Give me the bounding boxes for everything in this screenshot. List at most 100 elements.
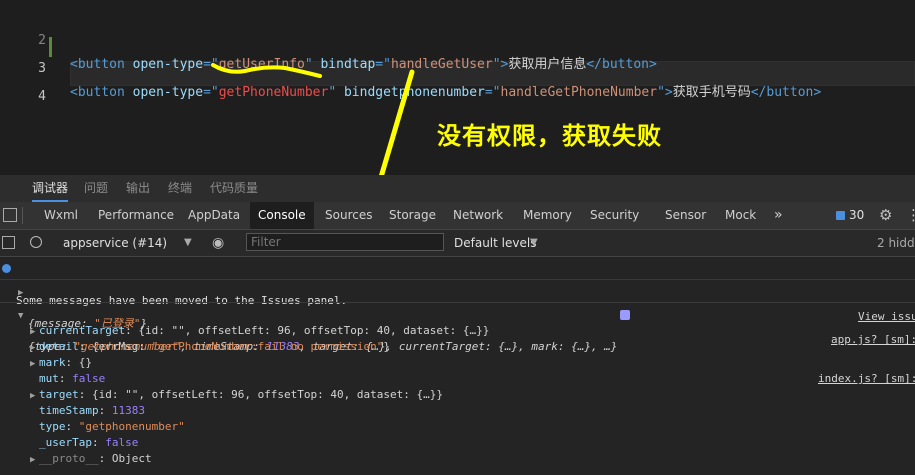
tab-appdata[interactable]: AppData	[188, 202, 240, 229]
property-key: mut	[39, 372, 59, 385]
code-editor[interactable]: 2 <button open-type="getUserInfo" bindta…	[0, 0, 915, 360]
tab-memory[interactable]: Memory	[523, 202, 572, 229]
hidden-count: 2 hidden	[877, 236, 915, 250]
property-text: timeStamp: 11383	[39, 403, 145, 419]
property-separator: :	[78, 340, 92, 353]
property-key: currentTarget	[39, 324, 126, 337]
code-token: "	[328, 85, 344, 100]
code-token: 获取手机号码	[672, 85, 751, 100]
console-toolbar: appservice (#14) ▼ ◉ Default levels ▼ 2 …	[0, 230, 915, 257]
tab-mock[interactable]: Mock	[725, 202, 756, 229]
tab-problems[interactable]: 问题	[84, 175, 108, 202]
error-message-value: "getPhoneNumber:fail no permission"	[151, 340, 384, 353]
property-text: __proto__: Object	[39, 451, 152, 467]
property-value: 11383	[111, 404, 145, 417]
property-separator: :	[91, 436, 106, 449]
property-key: target	[39, 388, 79, 401]
console-output[interactable]: Some messages have been moved to the Iss…	[0, 257, 915, 475]
tab-security[interactable]: Security	[590, 202, 639, 229]
tab-terminal[interactable]: 终端	[168, 175, 192, 202]
tab-output[interactable]: 输出	[126, 175, 150, 202]
chevron-down-icon[interactable]: ▼	[530, 230, 538, 256]
property-value: "getphonenumber"	[78, 420, 185, 433]
issues-banner: Some messages have been moved to the Iss…	[0, 261, 915, 323]
event-object-summary[interactable]: ▼ {type: "getphonenumber", timeStamp: 11…	[0, 307, 915, 385]
object-property-row[interactable]: ▶ detail: {errMsg: "getPhoneNumber:fail n…	[0, 339, 915, 355]
info-badge-icon[interactable]	[620, 310, 630, 320]
property-separator: :	[58, 372, 73, 385]
code-line[interactable]: 2 <button open-type="getUserInfo" bindta…	[0, 5, 915, 72]
log-message[interactable]: ▶ {message: "已登录"} app.js? [sm]:1	[0, 284, 915, 346]
property-value-end: }	[383, 340, 391, 353]
code-token: open-type	[132, 85, 204, 100]
property-value: Object	[111, 452, 152, 465]
more-tabs-icon[interactable]: »	[774, 202, 783, 229]
property-key: type	[39, 420, 66, 433]
settings-icon[interactable]: ⚙	[879, 206, 892, 224]
expand-triangle-icon[interactable]: ▶	[30, 388, 35, 404]
collapse-triangle-icon[interactable]: ▼	[18, 308, 23, 324]
object-property-row[interactable]: mut: false	[0, 371, 915, 387]
context-selector[interactable]: appservice (#14)	[63, 230, 167, 256]
tab-code-quality[interactable]: 代码质量	[210, 175, 258, 202]
property-separator: :	[98, 452, 112, 465]
property-key: detail	[39, 340, 79, 353]
expand-triangle-icon[interactable]: ▶	[30, 356, 35, 372]
divider	[22, 207, 23, 224]
property-value: {id: "", offsetLeft: 96, offsetTop: 40, …	[138, 324, 490, 337]
tab-sensor[interactable]: Sensor	[665, 202, 706, 229]
property-separator: :	[65, 420, 79, 433]
devtools-tab-bar: Wxml Performance AppData Console Sources…	[0, 202, 915, 230]
tab-wxml[interactable]: Wxml	[44, 202, 78, 229]
object-property-row[interactable]: ▶ mark: {}	[0, 355, 915, 371]
code-token: </button>	[750, 85, 822, 100]
property-text: mark: {}	[39, 355, 92, 371]
issues-icon[interactable]	[836, 211, 845, 220]
expand-triangle-icon[interactable]: ▶	[30, 452, 35, 468]
property-value: false	[105, 436, 139, 449]
log-levels-dropdown[interactable]: Default levels	[454, 230, 536, 256]
tab-debugger[interactable]: 调试器	[32, 175, 69, 202]
expand-triangle-icon[interactable]: ▶	[30, 340, 35, 356]
devtools-panel: 调试器 问题 输出 终端 代码质量 Wxml Performance AppDa…	[0, 175, 915, 475]
object-property-row[interactable]: ▶ target: {id: "", offsetLeft: 96, offset…	[0, 387, 915, 403]
property-separator: :	[98, 404, 112, 417]
code-token: <button	[70, 85, 133, 100]
clear-console-icon[interactable]	[30, 236, 42, 248]
property-text: type: "getphonenumber"	[39, 419, 185, 435]
issues-count[interactable]: 30	[849, 202, 864, 229]
property-key: __proto__	[39, 452, 99, 465]
expand-triangle-icon[interactable]: ▶	[18, 285, 23, 301]
object-property-row[interactable]: ▶ currentTarget: {id: "", offsetLeft: 96,…	[0, 323, 915, 339]
property-text: _userTap: false	[39, 435, 138, 451]
more-options-icon[interactable]: ⋮	[906, 206, 915, 224]
object-property-row[interactable]: timeStamp: 11383	[0, 403, 915, 419]
code-token: ="	[484, 85, 501, 100]
property-text: currentTarget: {id: "", offsetLeft: 96, …	[39, 323, 489, 339]
property-value: {errMsg:	[92, 340, 152, 353]
property-value: false	[72, 372, 106, 385]
chevron-down-icon[interactable]: ▼	[184, 230, 192, 256]
tab-sources[interactable]: Sources	[325, 202, 372, 229]
tab-storage[interactable]: Storage	[389, 202, 436, 229]
filter-input[interactable]	[246, 233, 444, 251]
code-line[interactable]: 3 <button open-type="getPhoneNumber" bin…	[0, 33, 915, 100]
object-property-row[interactable]: type: "getphonenumber"	[0, 419, 915, 435]
property-separator: :	[125, 324, 139, 337]
tab-console[interactable]: Console	[250, 202, 314, 229]
tab-performance[interactable]: Performance	[98, 202, 174, 229]
property-text: detail: {errMsg: "getPhoneNumber:fail no…	[39, 339, 390, 355]
expand-triangle-icon[interactable]: ▶	[30, 324, 35, 340]
property-key: mark	[39, 356, 66, 369]
property-separator: :	[78, 388, 92, 401]
property-value: {}	[78, 356, 92, 369]
object-property-row[interactable]: ▶ __proto__: Object	[0, 451, 915, 467]
tab-network[interactable]: Network	[453, 202, 503, 229]
inspect-icon[interactable]	[3, 208, 17, 222]
sidebar-toggle-icon[interactable]	[2, 236, 15, 249]
object-property-row[interactable]: _userTap: false	[0, 435, 915, 451]
info-icon	[2, 264, 11, 273]
property-text: target: {id: "", offsetLeft: 96, offsetT…	[39, 387, 443, 403]
eye-icon[interactable]: ◉	[212, 230, 224, 256]
code-line[interactable]: 4	[0, 61, 915, 104]
